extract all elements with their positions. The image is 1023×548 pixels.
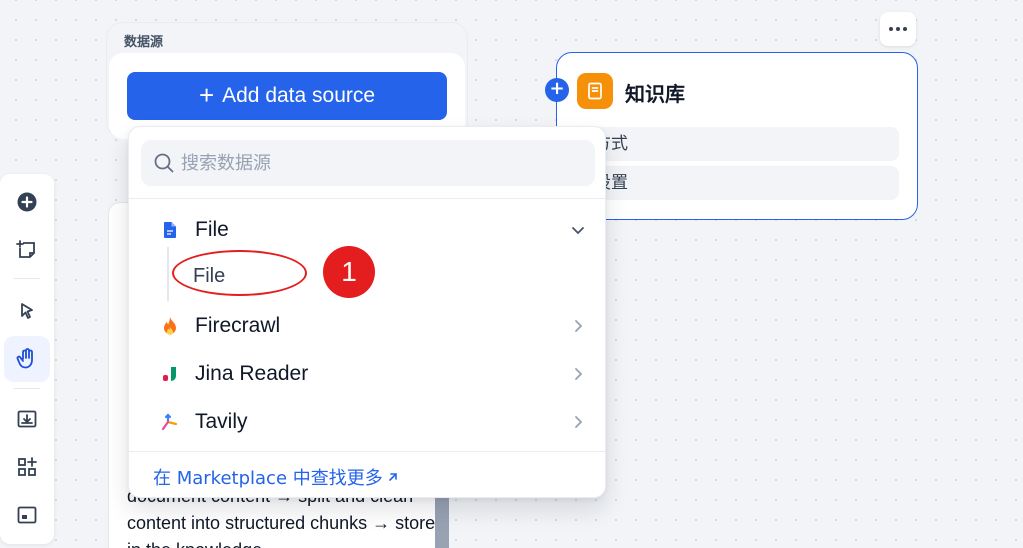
- marketplace-link[interactable]: 在 Marketplace 中查找更多: [153, 464, 399, 490]
- index-method-row[interactable]: 引方式: [567, 127, 899, 161]
- add-node-icon: [17, 192, 37, 212]
- node-more-button[interactable]: [880, 12, 916, 46]
- firecrawl-flame-icon: [159, 315, 181, 337]
- scrollbar[interactable]: [435, 493, 449, 548]
- data-source-node[interactable]: 数据源 + Add data source: [106, 22, 468, 139]
- hand-icon: [16, 348, 33, 369]
- minimap-icon: [17, 506, 37, 524]
- chevron-right-icon: [571, 367, 585, 381]
- minimap-button[interactable]: [4, 492, 50, 538]
- export-image-icon: [17, 410, 37, 428]
- tavily-icon: [159, 411, 181, 433]
- plus-icon: +: [198, 79, 215, 110]
- search-icon: [154, 153, 174, 173]
- knowledge-base-icon: [577, 73, 613, 109]
- dropdown-item-label: Jina Reader: [195, 362, 309, 385]
- add-note-button[interactable]: [4, 227, 50, 273]
- chevron-right-icon: [571, 415, 585, 429]
- hand-mode-button[interactable]: [4, 336, 50, 382]
- jina-reader-icon: [159, 363, 181, 385]
- chevron-right-icon: [571, 319, 585, 333]
- organize-blocks-icon: [18, 457, 37, 476]
- chevron-down-icon: [571, 223, 585, 237]
- retrieval-settings-row[interactable]: 索设置: [567, 166, 899, 200]
- data-source-dropdown: File File Firecrawl Jina Reader Tavily: [128, 126, 606, 498]
- knowledge-base-node[interactable]: 知识库 引方式 索设置: [556, 52, 918, 220]
- knowledge-base-title: 知识库: [625, 82, 685, 106]
- submenu-guide-line: [167, 247, 169, 301]
- add-node-button[interactable]: [4, 179, 50, 225]
- add-data-source-label: Add data source: [222, 84, 376, 107]
- toolbar-divider: [14, 278, 40, 279]
- dropdown-item-label: Firecrawl: [195, 314, 281, 337]
- pointer-mode-button[interactable]: [4, 288, 50, 334]
- dropdown-item-firecrawl[interactable]: Firecrawl: [129, 303, 605, 349]
- dropdown-item-tavily[interactable]: Tavily: [129, 399, 605, 445]
- external-link-arrow-icon: [388, 473, 397, 481]
- dropdown-item-label: Tavily: [195, 410, 248, 433]
- annotation-highlight-ellipse: [172, 250, 307, 296]
- more-dots-icon: [889, 27, 893, 31]
- search-box[interactable]: [141, 140, 595, 186]
- annotation-step-badge: 1: [323, 246, 375, 298]
- add-note-icon: [16, 240, 35, 258]
- toolbar-divider: [14, 388, 40, 389]
- dropdown-divider: [129, 198, 605, 199]
- dropdown-item-label: File: [195, 218, 229, 241]
- search-input[interactable]: [181, 152, 581, 174]
- node-input-handle-plus-icon[interactable]: +: [545, 78, 569, 102]
- dropdown-item-file[interactable]: File: [129, 207, 605, 253]
- organize-blocks-button[interactable]: [4, 444, 50, 490]
- pointer-icon: [21, 303, 33, 319]
- add-data-source-button[interactable]: + Add data source: [127, 72, 447, 120]
- canvas-toolbar: [0, 174, 54, 544]
- dropdown-divider: [129, 451, 605, 452]
- marketplace-link-label: 在 Marketplace 中查找更多: [153, 468, 383, 489]
- data-source-node-title: 数据源: [124, 35, 164, 50]
- export-image-button[interactable]: [4, 396, 50, 442]
- file-icon: [159, 219, 181, 241]
- dropdown-item-jina-reader[interactable]: Jina Reader: [129, 351, 605, 397]
